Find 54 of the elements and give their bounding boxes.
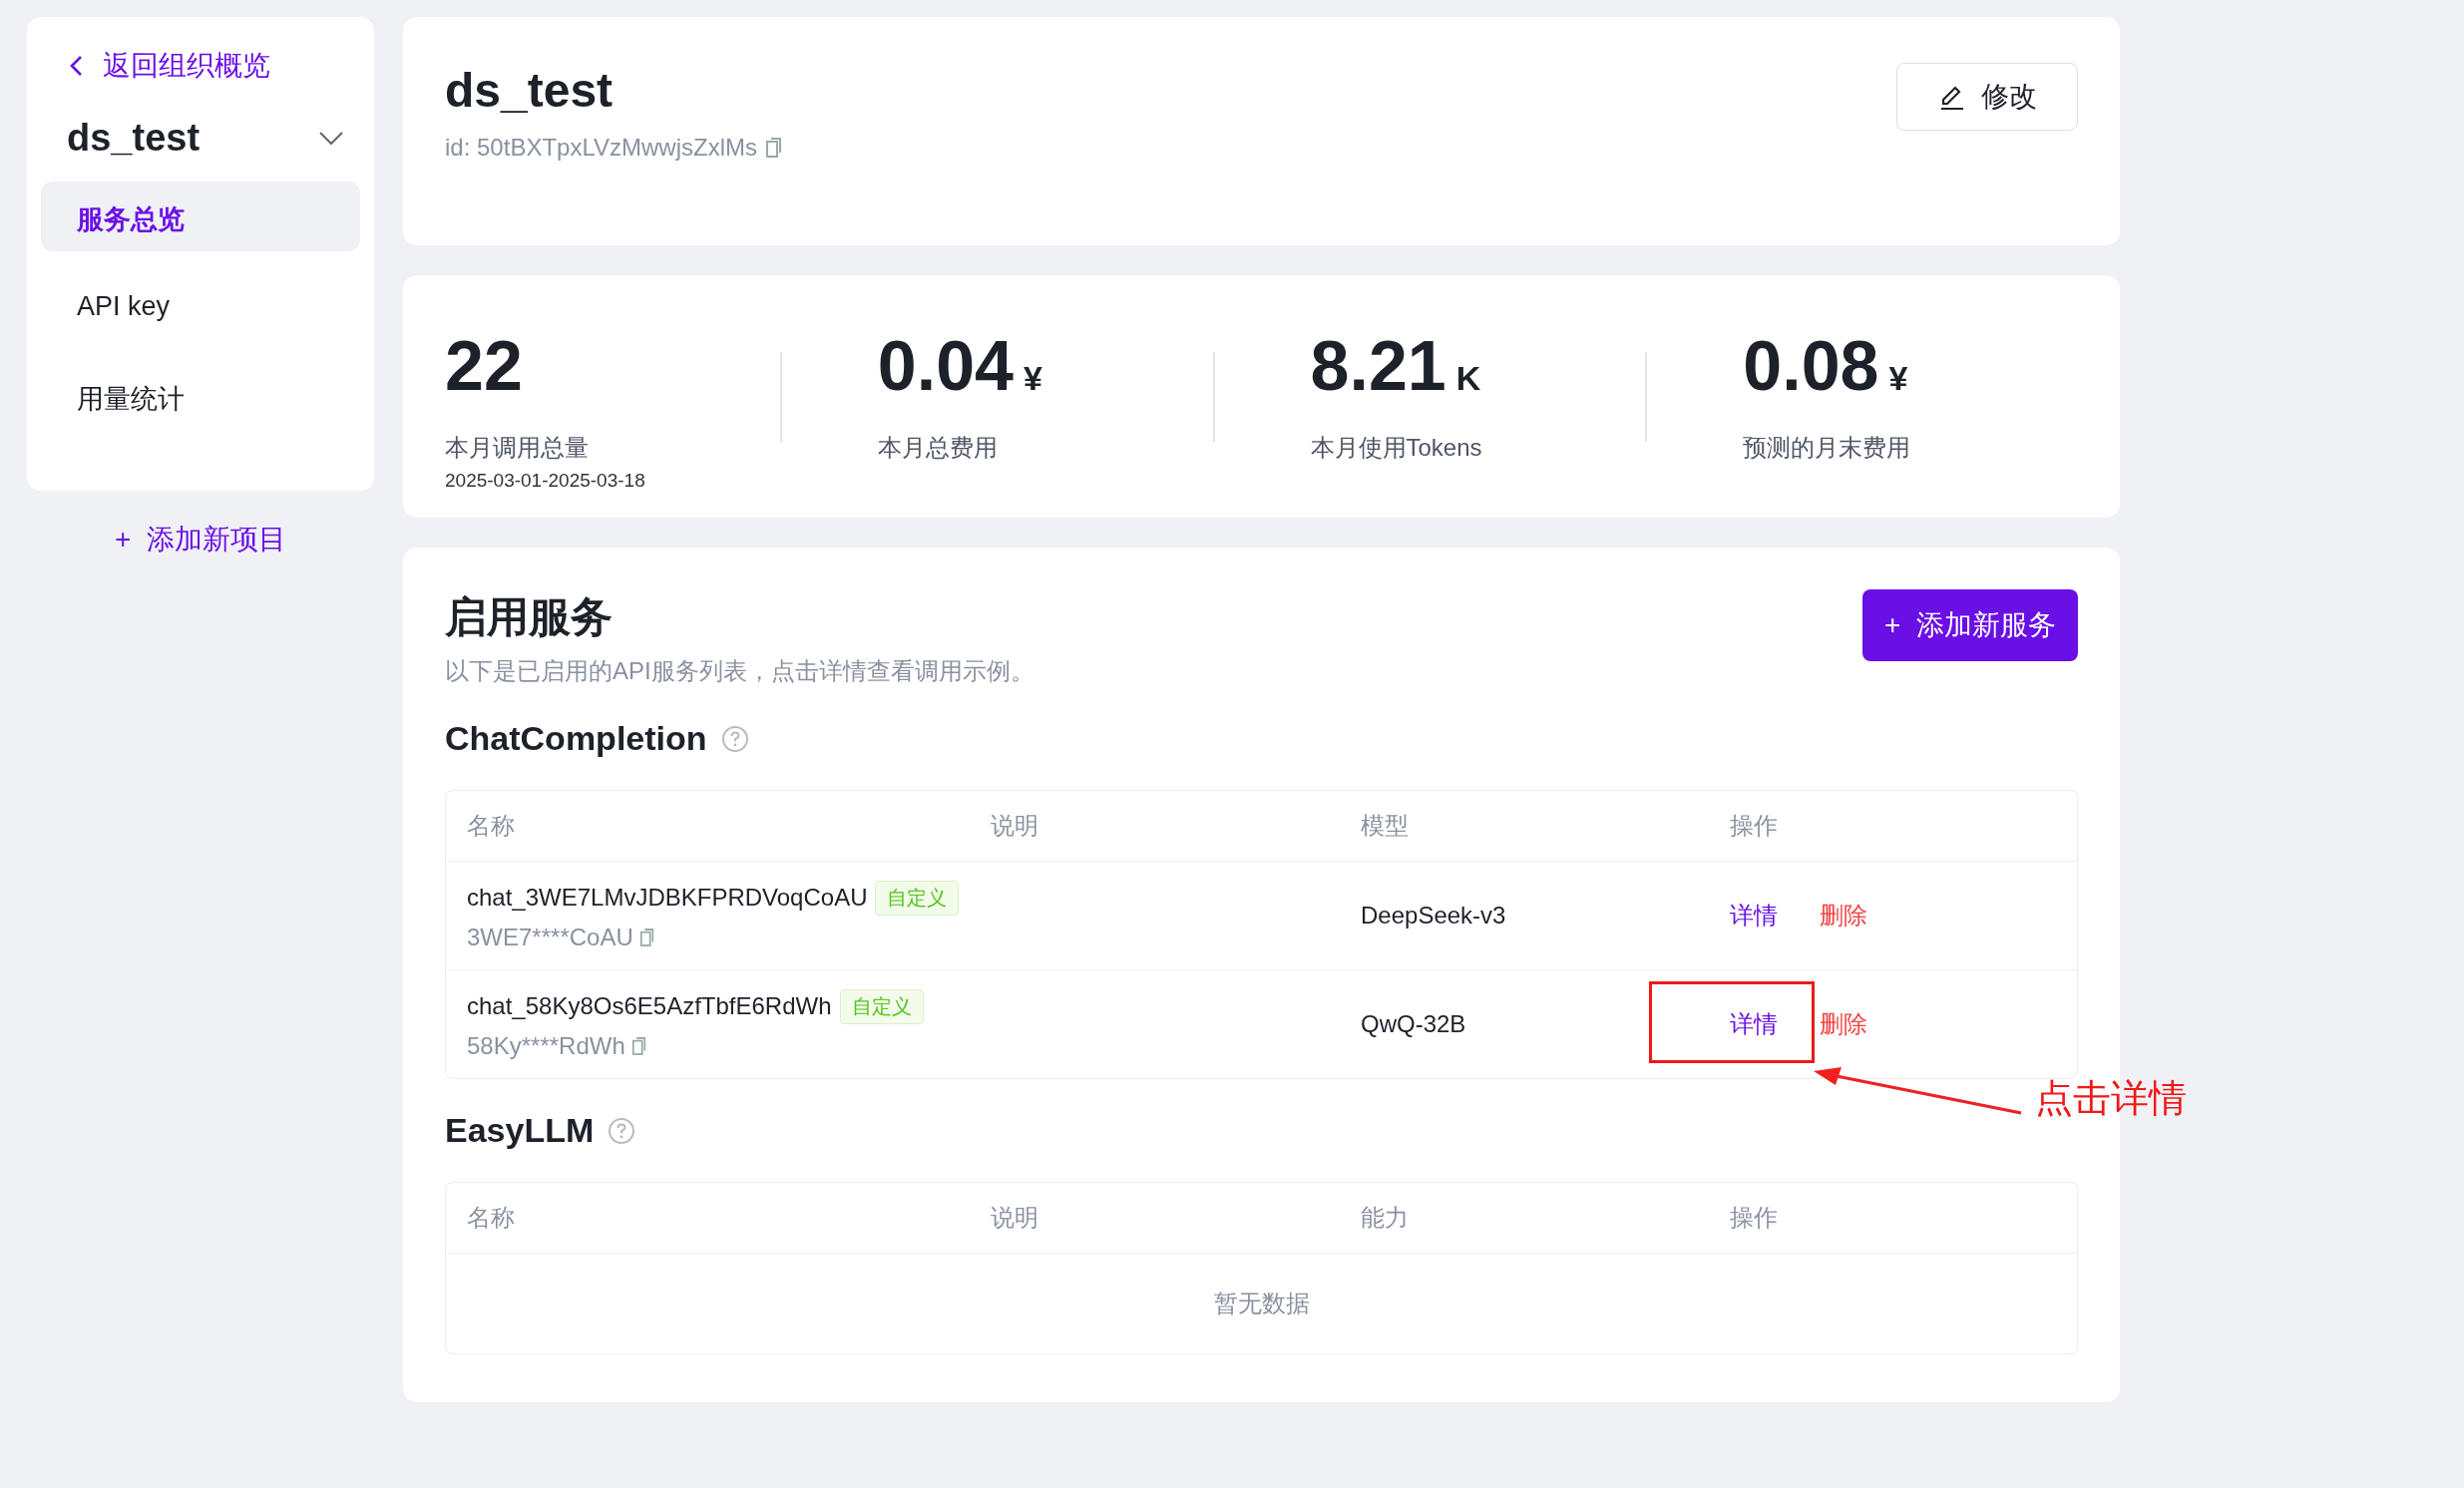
copy-icon[interactable]	[630, 1035, 647, 1056]
column-header: 操作	[1729, 1203, 1779, 1233]
chevron-down-icon[interactable]	[318, 130, 344, 147]
annotation-text: 点击详情	[2035, 1076, 2187, 1121]
group-title: EasyLLM	[445, 1111, 595, 1150]
section-description: 以下是已启用的API服务列表，点击详情查看调用示例。	[445, 656, 1034, 686]
column-header: 能力	[1360, 1203, 1410, 1233]
stat-unit: ¥	[1024, 358, 1042, 398]
stat-value: 22	[445, 325, 523, 406]
project-id: id: 50tBXTpxLVzMwwjsZxlMs	[445, 134, 757, 162]
section-title: 启用服务	[445, 592, 614, 642]
add-project-link[interactable]: + 添加新项目	[115, 521, 286, 558]
model-name: DeepSeek-v3	[1361, 902, 1506, 929]
sidebar-item[interactable]: 服务总览	[41, 182, 360, 251]
detail-link[interactable]: 详情	[1730, 1008, 1778, 1040]
service-key: 3WE7****CoAU	[467, 923, 633, 951]
help-icon[interactable]	[720, 724, 749, 753]
stat-label: 本月总费用	[877, 432, 999, 463]
delete-link[interactable]: 删除	[1820, 900, 1867, 931]
custom-tag: 自定义	[875, 880, 960, 916]
column-header: 名称	[466, 811, 516, 841]
stat-unit: ¥	[1888, 358, 1908, 398]
page-title: ds_test	[445, 63, 615, 118]
empty-message: 暂无数据	[1213, 1289, 1310, 1318]
custom-tag: 自定义	[839, 988, 924, 1024]
sidebar-item[interactable]: 用量统计	[41, 361, 360, 431]
column-header: 名称	[466, 1203, 516, 1233]
copy-icon[interactable]	[638, 927, 655, 947]
detail-link[interactable]: 详情	[1730, 900, 1778, 931]
back-link[interactable]: 返回组织概览	[41, 47, 360, 85]
date-range: 2025-03-01-2025-03-18	[445, 469, 646, 492]
delete-link[interactable]: 删除	[1820, 1008, 1867, 1040]
stat-label: 本月使用Tokens	[1310, 432, 1483, 463]
column-header: 模型	[1360, 811, 1410, 841]
stat-label: 本月调用总量	[445, 432, 590, 463]
stat-value: 0.04	[877, 325, 1014, 406]
stat-unit: K	[1455, 358, 1481, 398]
service-name: chat_58Ky8Os6E5AzfTbfE6RdWh	[467, 992, 832, 1020]
column-header: 操作	[1729, 811, 1779, 841]
sidebar-item[interactable]: API key	[41, 271, 360, 341]
column-header: 说明	[990, 1203, 1039, 1233]
service-key: 58Ky****RdWh	[467, 1031, 625, 1060]
column-header: 说明	[990, 811, 1039, 841]
project-name: ds_test	[67, 117, 201, 160]
copy-icon[interactable]	[764, 137, 783, 159]
help-icon[interactable]	[608, 1116, 636, 1145]
stat-value: 0.08	[1743, 325, 1879, 406]
service-name: chat_3WE7LMvJDBKFPRDVoqCoAU	[467, 884, 868, 912]
edit-button[interactable]: 修改	[1896, 63, 2078, 131]
group-title: ChatCompletion	[445, 719, 707, 758]
stat-value: 8.21	[1310, 325, 1446, 406]
stat-label: 预测的月末费用	[1743, 432, 1912, 463]
add-service-button[interactable]: + 添加新服务	[1862, 589, 2078, 661]
model-name: QwQ-32B	[1361, 1010, 1466, 1037]
